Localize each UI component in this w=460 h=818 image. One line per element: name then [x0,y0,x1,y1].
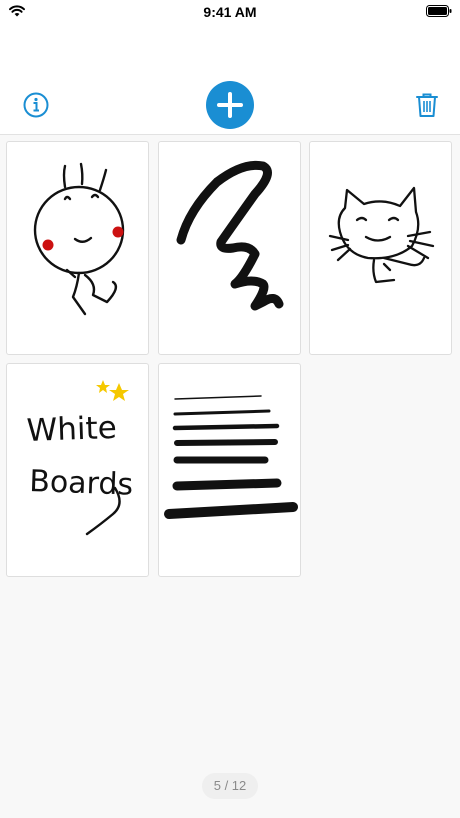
white-boards-drawing: White Boards [26,380,134,536]
board-card-scribble[interactable] [158,141,301,355]
trash-icon[interactable] [415,92,439,118]
board-card-cat[interactable] [309,141,452,355]
info-icon[interactable] [23,92,49,118]
stick-figure-drawing [33,162,125,316]
svg-text:White: White [26,410,117,449]
add-board-button[interactable] [206,81,254,129]
status-bar: 9:41 AM [0,0,460,24]
star-icon [96,380,110,393]
battery-icon [426,5,452,17]
scribble-drawing [176,160,284,311]
lines-drawing [164,395,298,519]
page-indicator: 5 / 12 [202,773,258,799]
board-card-white-boards[interactable]: White Boards [6,363,149,577]
board-card-stick-figure[interactable] [6,141,149,355]
toolbar [0,24,460,135]
plus-icon [217,92,243,118]
board-card-lines[interactable] [158,363,301,577]
star-icon [109,383,129,401]
status-time: 9:41 AM [203,4,257,20]
cat-drawing [328,186,435,284]
